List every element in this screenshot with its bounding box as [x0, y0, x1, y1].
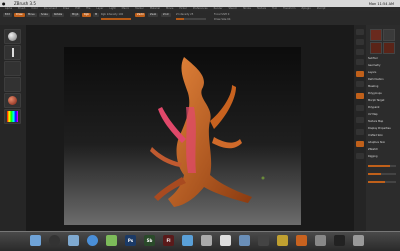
zbrush-icon[interactable]: [296, 235, 307, 246]
garageband-icon[interactable]: [277, 235, 288, 246]
scroll-button[interactable]: [356, 29, 364, 35]
photoshop-icon[interactable]: Ps: [125, 235, 136, 246]
xyz-button[interactable]: [356, 105, 364, 111]
palette-item-deformation[interactable]: Deformation: [368, 78, 384, 81]
finder-icon[interactable]: [30, 235, 41, 246]
menu-clock[interactable]: Mon 11:54 AM: [369, 2, 394, 6]
trash-icon[interactable]: [353, 235, 364, 246]
frame-button[interactable]: [356, 117, 364, 123]
top-toolbar: Edit Draw Move Scale Rotate Mrgb Rgb M R…: [0, 11, 400, 26]
polyf-button[interactable]: [356, 141, 364, 147]
brush-sphere-icon: [8, 32, 17, 41]
mrgb-button[interactable]: Mrgb: [70, 13, 81, 17]
safari-icon[interactable]: [87, 235, 98, 246]
model-branch-right: [210, 85, 236, 129]
move-button[interactable]: Move: [26, 13, 37, 17]
ichat-icon[interactable]: [106, 235, 117, 246]
material-selector[interactable]: [4, 93, 21, 108]
m-button[interactable]: M: [93, 13, 100, 17]
palette-item-polygroups[interactable]: Polygroups: [368, 92, 382, 95]
brush-selector[interactable]: [4, 29, 21, 44]
scale-button[interactable]: Scale: [39, 13, 50, 17]
dashboard-icon[interactable]: [49, 235, 60, 246]
palette-item-masking[interactable]: Masking: [368, 85, 378, 88]
model-pink-highlight: [186, 107, 196, 173]
material-sphere-icon: [8, 96, 17, 105]
stroke-icon: [12, 48, 14, 57]
sculpt-model[interactable]: [64, 47, 301, 225]
apple-icon[interactable]: ●: [2, 1, 6, 6]
color-picker[interactable]: [4, 109, 21, 124]
mac-menu-bar: ● ZBrush 3.5 Mon 11:54 AM: [0, 0, 400, 7]
color-wheel-icon: [7, 111, 18, 122]
mail-icon[interactable]: [68, 235, 79, 246]
palette-item-zsketch[interactable]: ZSketch: [368, 148, 378, 151]
tool-thumbnail-3[interactable]: [383, 42, 395, 54]
rotate-button[interactable]: Rotate: [52, 13, 65, 17]
palette-item-geometry[interactable]: Geometry: [368, 64, 380, 67]
rgb-button[interactable]: Rgb: [82, 13, 91, 17]
focal-shift-label: Focal Shift 0: [214, 13, 230, 16]
terminal-icon[interactable]: [334, 235, 345, 246]
palette-slider[interactable]: [368, 181, 396, 183]
z-intensity-label: Z Intensity 25: [176, 13, 194, 16]
draw-button[interactable]: Draw: [14, 13, 25, 17]
left-shelf: [0, 25, 26, 231]
zoom-button[interactable]: [356, 39, 364, 45]
draw-size-label: Draw Size 64: [214, 18, 231, 21]
canvas-marker: [261, 176, 265, 180]
flash-icon[interactable]: Fl: [163, 235, 174, 246]
floor-button[interactable]: [356, 81, 364, 87]
iphoto-icon[interactable]: [239, 235, 250, 246]
local-button[interactable]: [356, 93, 364, 99]
palette-item-texture-map[interactable]: Texture Map: [368, 120, 383, 123]
z-intensity-slider[interactable]: [176, 18, 206, 20]
rgb-intensity-slider[interactable]: [101, 18, 131, 20]
palette-item-subtool[interactable]: SubTool: [368, 57, 378, 60]
preview-icon[interactable]: [201, 235, 212, 246]
subtool-thumbnail[interactable]: [383, 29, 395, 41]
tool-thumbnail[interactable]: [370, 29, 382, 41]
palette-item-uv-map[interactable]: UV Map: [368, 113, 378, 116]
palette-item-polypaint[interactable]: Polypaint: [368, 106, 380, 109]
palette-item-adaptive-skin[interactable]: Adaptive Skin: [368, 141, 385, 144]
rgb-intensity-label: Rgb Intensity 100: [101, 13, 124, 16]
tool-palette: SubTool Geometry Layers Deformation Masking P…: [366, 25, 400, 231]
ical-icon[interactable]: [220, 235, 231, 246]
system-preferences-icon[interactable]: [315, 235, 326, 246]
zadd-button[interactable]: Zadd: [135, 13, 146, 17]
transp-button[interactable]: [356, 153, 364, 159]
app-title: ZBrush 3.5: [14, 1, 36, 6]
imovie-icon[interactable]: [258, 235, 269, 246]
actual-button[interactable]: [356, 49, 364, 55]
palette-item-rigging[interactable]: Rigging: [368, 155, 377, 158]
persp-button[interactable]: [356, 71, 364, 77]
palette-item-morph-target[interactable]: Morph Target: [368, 99, 384, 102]
alpha-selector[interactable]: [4, 61, 21, 76]
model-branch-pink: [158, 107, 186, 143]
zcut-button[interactable]: Zcut: [161, 13, 171, 17]
texture-selector[interactable]: [4, 77, 21, 92]
edit-button[interactable]: Edit: [3, 13, 12, 17]
right-shelf: [354, 25, 366, 231]
stroke-selector[interactable]: [4, 45, 21, 60]
mac-dock: Ps Sb Fl: [0, 231, 400, 251]
tool-thumbnail-2[interactable]: [370, 42, 382, 54]
palette-slider[interactable]: [368, 165, 396, 167]
model-branch-mid: [212, 137, 242, 149]
aahalf-button[interactable]: [356, 59, 364, 65]
move-view-button[interactable]: [356, 129, 364, 135]
palette-item-layers[interactable]: Layers: [368, 71, 376, 74]
zsub-button[interactable]: Zsub: [148, 13, 159, 17]
palette-item-unified-skin[interactable]: Unified Skin: [368, 134, 383, 137]
document-canvas[interactable]: [64, 47, 301, 225]
itunes-icon[interactable]: [182, 235, 193, 246]
soundbooth-icon[interactable]: Sb: [144, 235, 155, 246]
palette-item-display-properties[interactable]: Display Properties: [368, 127, 391, 130]
palette-slider[interactable]: [368, 173, 396, 175]
